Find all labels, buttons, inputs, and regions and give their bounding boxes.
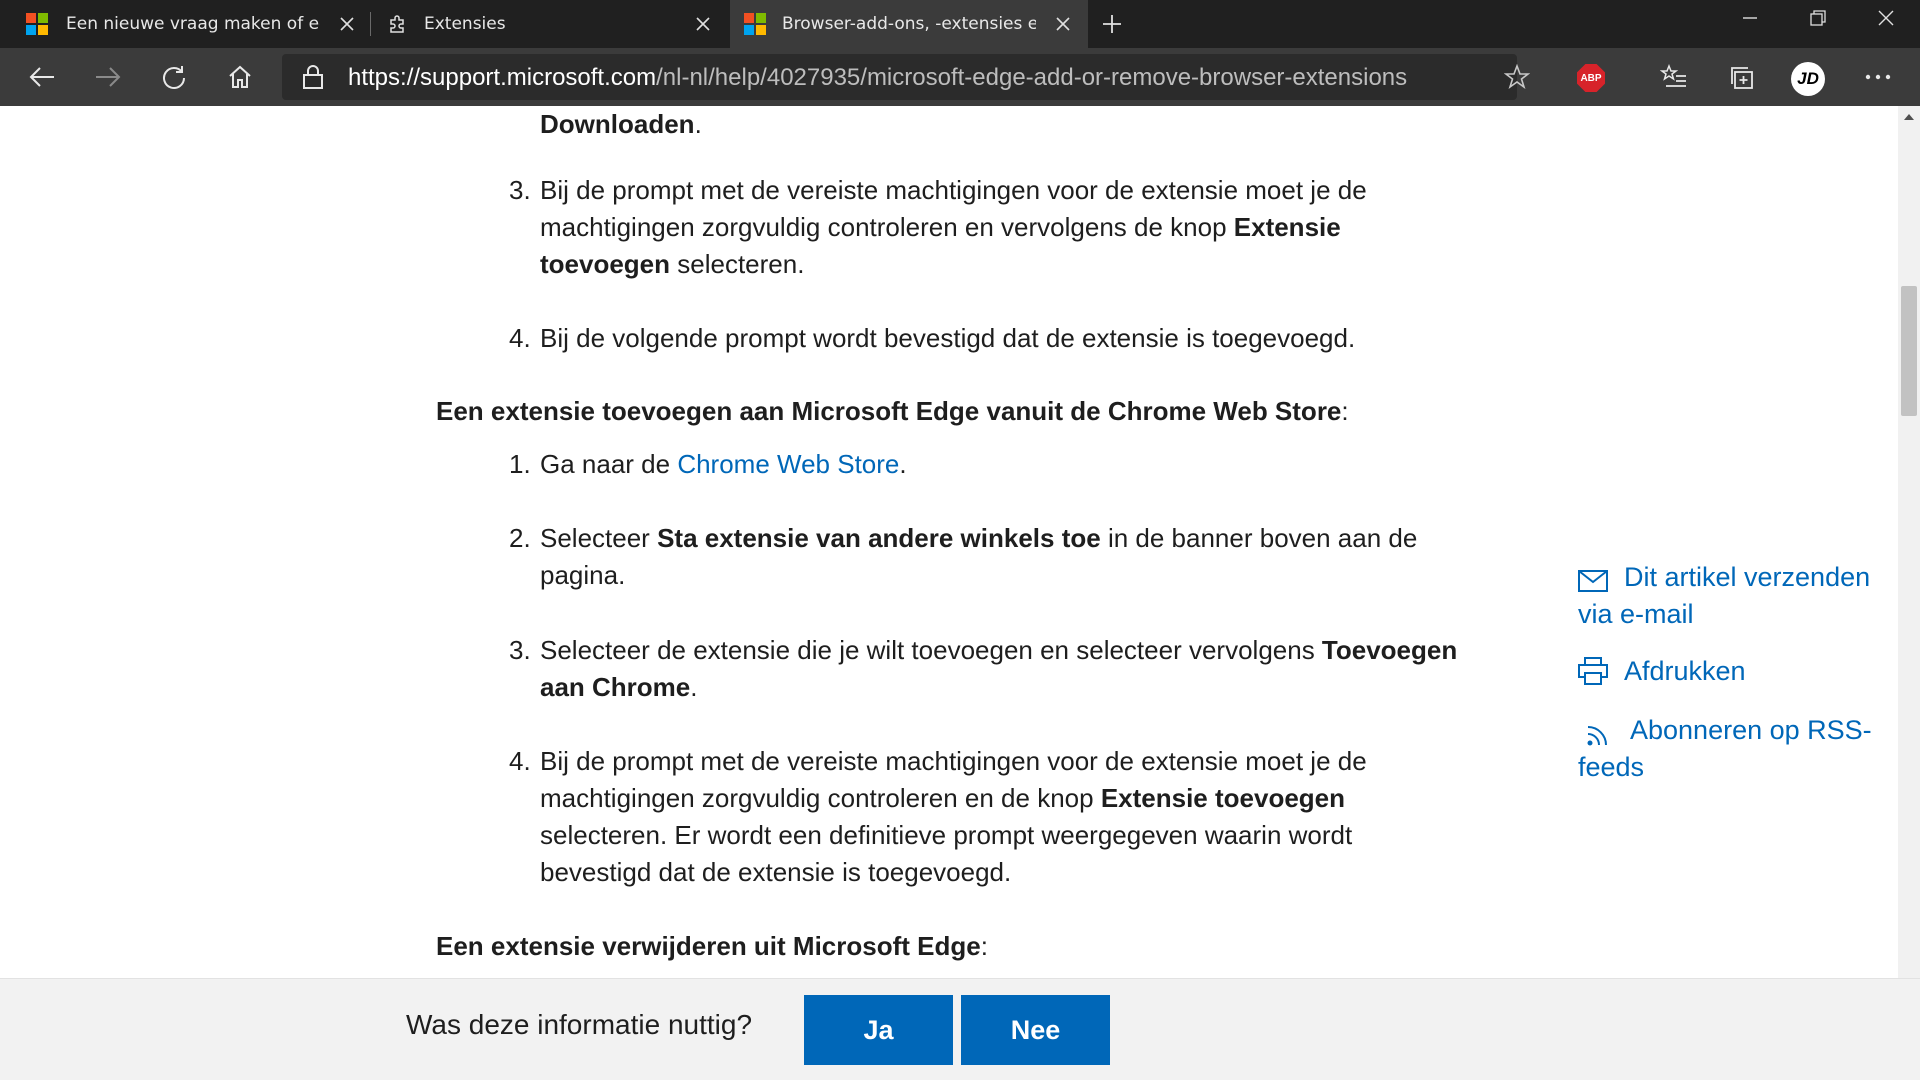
forward-icon[interactable]	[88, 58, 128, 96]
section-heading: Een extensie toevoegen aan Microsoft Edg…	[436, 396, 1349, 426]
step-text: Ga naar de Chrome Web Store.	[540, 449, 907, 479]
feedback-bar: Was deze informatie nuttig? Ja Nee	[0, 978, 1920, 1080]
step-text: machtigingen zorgvuldig controleren en v…	[540, 212, 1341, 242]
step-number: 4.	[509, 323, 531, 353]
refresh-icon[interactable]	[154, 58, 194, 96]
step-text: pagina.	[540, 560, 626, 590]
step-number: 3.	[509, 175, 531, 205]
tab-title: Browser-add-ons, -extensies en	[782, 14, 1036, 34]
tab-title: Een nieuwe vraag maken of een	[66, 14, 320, 34]
scroll-up-arrow-icon[interactable]	[1904, 114, 1914, 120]
tab-browser-add-ons[interactable]: Browser-add-ons, -extensies en	[730, 0, 1088, 48]
step-text: toevoegen selecteren.	[540, 249, 805, 279]
section-heading: Een extensie verwijderen uit Microsoft E…	[436, 931, 988, 961]
step-text: Selecteer de extensie die je wilt toevoe…	[540, 635, 1458, 665]
browser-toolbar: https://support.microsoft.com/nl-nl/help…	[0, 48, 1920, 106]
favorite-star-icon[interactable]	[1503, 63, 1531, 94]
more-options-icon[interactable]	[1858, 58, 1898, 96]
home-icon[interactable]	[220, 58, 260, 96]
print-link[interactable]: Afdrukken	[1578, 653, 1746, 690]
close-tab-icon[interactable]	[692, 13, 714, 35]
step-number: 1.	[509, 449, 531, 479]
mail-icon	[1578, 565, 1608, 602]
restore-icon[interactable]	[1784, 0, 1852, 36]
lock-icon[interactable]	[302, 64, 324, 94]
close-tab-icon[interactable]	[1052, 13, 1074, 35]
no-button[interactable]: Nee	[961, 995, 1110, 1065]
step-text: bevestigd dat de extensie is toegevoegd.	[540, 857, 1012, 887]
scrollbar-thumb[interactable]	[1901, 286, 1917, 416]
url-host: https://support.microsoft.com	[348, 64, 657, 91]
step-text: Bij de prompt met de vereiste machtiging…	[540, 175, 1367, 205]
minimize-icon[interactable]	[1716, 0, 1784, 36]
collections-icon[interactable]	[1722, 58, 1762, 96]
url-path: /nl-nl/help/4027935/microsoft-edge-add-o…	[656, 64, 1408, 91]
step-text: selecteren. Er wordt een definitieve pro…	[540, 820, 1353, 850]
step-text: Downloaden.	[540, 109, 702, 139]
microsoft-logo-icon	[744, 13, 766, 35]
step-number: 2.	[509, 523, 531, 553]
favorites-list-icon[interactable]	[1654, 58, 1694, 96]
printer-icon	[1578, 657, 1608, 695]
close-window-icon[interactable]	[1852, 0, 1920, 36]
feedback-question: Was deze informatie nuttig?	[406, 1009, 753, 1040]
article-content: Downloaden. 3. Bij de prompt met de vere…	[0, 106, 1898, 978]
close-tab-icon[interactable]	[336, 13, 358, 35]
email-article-link[interactable]: Dit artikel verzenden via e-mail	[1578, 559, 1870, 633]
chrome-web-store-link[interactable]: Chrome Web Store	[677, 449, 899, 479]
tab-strip: Een nieuwe vraag maken of een Extensies …	[0, 0, 1920, 48]
address-bar[interactable]: https://support.microsoft.com/nl-nl/help…	[282, 54, 1531, 100]
page-scrollbar[interactable]	[1898, 106, 1920, 978]
tab-title: Extensies	[424, 14, 506, 34]
rss-subscribe-link[interactable]: Abonneren op RSS- feeds	[1578, 712, 1872, 786]
step-text: Bij de volgende prompt wordt bevestigd d…	[540, 323, 1356, 353]
step-number: 4.	[509, 746, 531, 776]
microsoft-logo-icon	[26, 13, 48, 35]
tab-new-question[interactable]: Een nieuwe vraag maken of een	[0, 0, 366, 48]
step-text: machtigingen zorgvuldig controleren en d…	[540, 783, 1346, 813]
profile-avatar[interactable]: JD	[1791, 62, 1825, 96]
tab-extensions[interactable]: Extensies	[372, 0, 728, 48]
tab-separator	[370, 12, 371, 36]
step-number: 3.	[509, 635, 531, 665]
puzzle-icon	[386, 12, 410, 41]
url-text[interactable]: https://support.microsoft.com/nl-nl/help…	[348, 64, 1407, 92]
step-text: Bij de prompt met de vereiste machtiging…	[540, 746, 1367, 776]
rss-icon	[1586, 720, 1612, 757]
step-text: Selecteer Sta extensie van andere winkel…	[540, 523, 1418, 553]
yes-button[interactable]: Ja	[804, 995, 953, 1065]
new-tab-icon[interactable]	[1098, 10, 1126, 38]
step-text: aan Chrome.	[540, 672, 698, 702]
adblock-plus-icon[interactable]: ABP	[1577, 64, 1605, 92]
back-icon[interactable]	[22, 58, 62, 96]
